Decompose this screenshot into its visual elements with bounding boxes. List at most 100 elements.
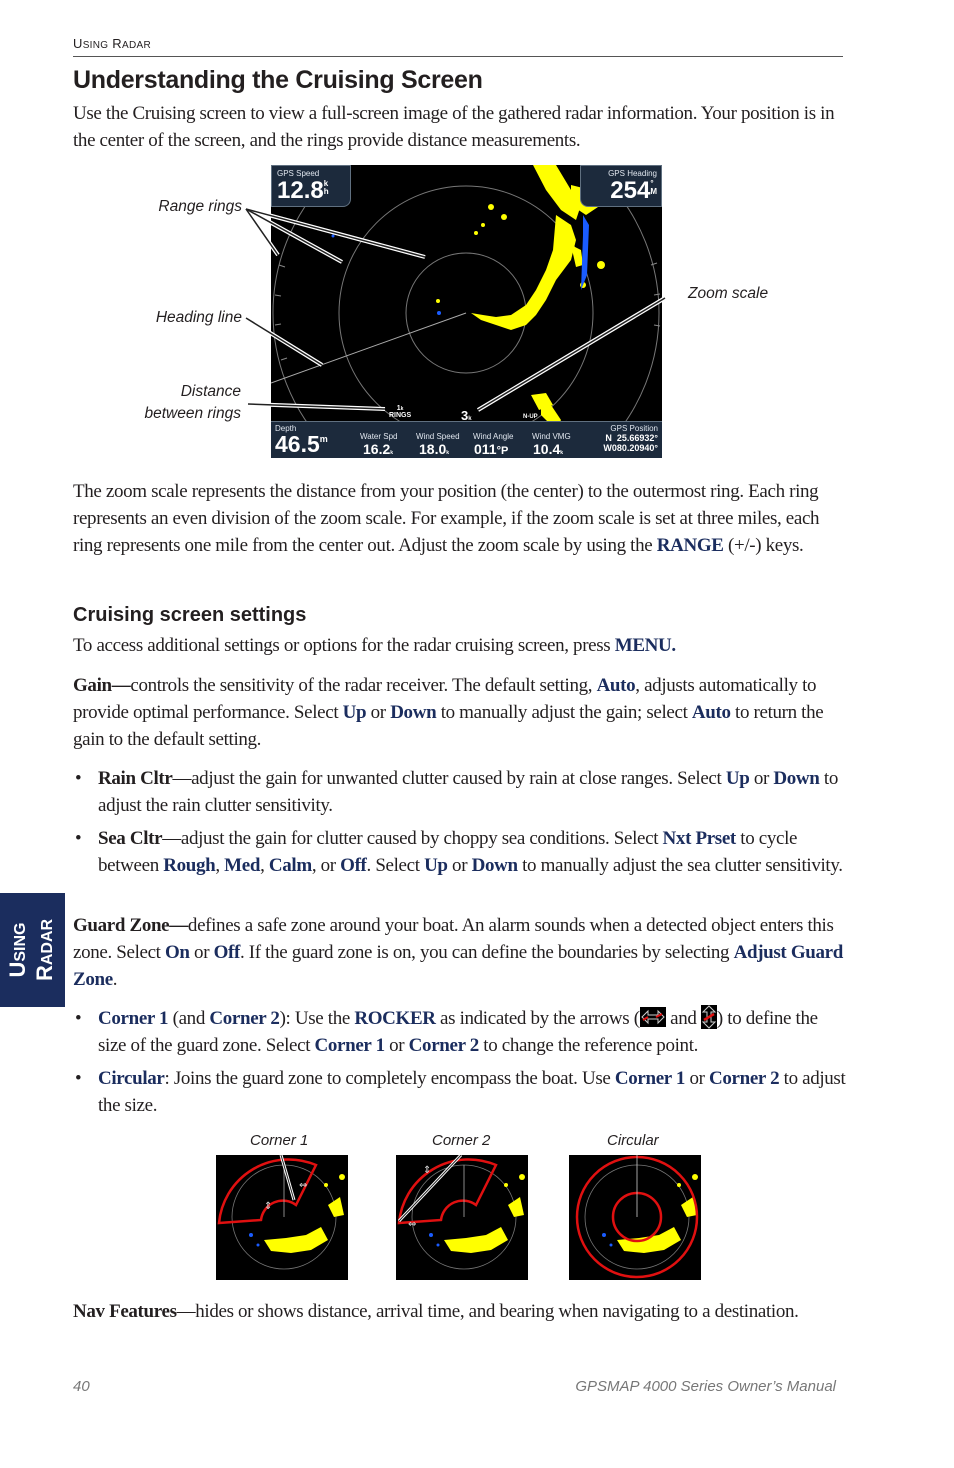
tab-text: ADAR: [38, 918, 56, 966]
orientation-indicator: N-UP: [523, 414, 538, 420]
callout-range-rings: Range rings: [158, 198, 242, 215]
gps-speed-number: 12.8: [277, 177, 324, 204]
bullet: •: [75, 1068, 82, 1089]
sea-clutter-item: • Sea Cltr—adjust the gain for clutter ca…: [73, 825, 848, 879]
section-heading-cruising-settings: Cruising screen settings: [73, 604, 307, 626]
option-circular: Circular: [98, 1068, 165, 1089]
paragraph-text: to manually adjust the gain; select: [436, 702, 692, 723]
option-corner-2: Corner 2: [408, 1035, 480, 1056]
thumb-label-corner-2: Corner 2: [432, 1132, 491, 1149]
guard-zone-circular-image: [569, 1155, 701, 1280]
gps-longitude: W080.20940°: [603, 443, 658, 453]
page-title: Understanding the Cruising Screen: [73, 66, 483, 94]
option-calm: Calm: [268, 855, 312, 876]
paragraph-text: —hides or shows distance, arrival time, …: [176, 1301, 799, 1322]
paragraph-text: To access additional settings or options…: [73, 635, 615, 656]
bullet: •: [75, 1008, 82, 1029]
gps-speed-panel[interactable]: GPS Speed 12.8k h: [271, 165, 351, 207]
depth-number: 46.5: [275, 431, 320, 457]
running-head-text: U: [73, 36, 83, 51]
chapter-tab-label: USING RADAR: [4, 918, 60, 982]
rain-clutter-item: • Rain Cltr—adjust the gain for unwanted …: [73, 765, 848, 819]
gps-latitude: N 25.66932°: [605, 433, 658, 443]
option-corner-1: Corner 1: [614, 1068, 686, 1089]
gps-speed-value: 12.8k h: [277, 177, 329, 205]
compass-ticks: [274, 262, 661, 361]
option-auto: Auto: [691, 702, 731, 723]
guard-zone-sector: [217, 1158, 318, 1225]
option-auto: Auto: [596, 675, 636, 696]
chapter-tab-using-radar[interactable]: USING RADAR: [0, 893, 65, 1007]
running-head: USING RADAR: [73, 36, 151, 51]
paragraph-text: . If the guard zone is on, you can defin…: [239, 942, 734, 963]
running-head-text: R: [112, 36, 122, 51]
tab-text: U: [4, 961, 30, 978]
paragraph-text: , or: [311, 855, 341, 876]
gps-position-label: GPS Position: [610, 424, 658, 433]
water-speed-number: 16.2: [363, 441, 391, 457]
running-head-text: ADAR: [121, 40, 151, 51]
rings-distance-indicator: 1k RINGS: [389, 405, 411, 419]
vertical-arrows-icon: [700, 1005, 717, 1029]
wind-angle-number: 011: [474, 441, 497, 457]
wind-angle-label: Wind Angle: [473, 432, 514, 441]
term-sea-cltr: Sea Cltr: [98, 828, 163, 849]
paragraph-text: (and: [168, 1008, 210, 1029]
corner-item: • Corner 1 (and Corner 2): Use the ROCKER…: [73, 1005, 848, 1059]
option-down: Down: [773, 768, 820, 789]
svg-text:⇕: ⇕: [264, 1201, 272, 1212]
option-on: On: [165, 942, 190, 963]
menu-key: MENU: [614, 635, 672, 656]
thumb-label-corner-1: Corner 1: [250, 1132, 309, 1149]
option-up: Up: [424, 855, 448, 876]
paragraph-text: to change the reference point.: [478, 1035, 699, 1056]
zoom-scale-paragraph: The zoom scale represents the distance f…: [73, 478, 848, 559]
term-nav-features: Nav Features: [73, 1301, 177, 1322]
rings-label: RINGS: [389, 412, 412, 419]
unit-bottom: M: [650, 187, 657, 196]
svg-text:⇔: ⇔: [408, 1219, 416, 1230]
paragraph-text: or: [384, 1035, 409, 1056]
gps-heading-number: 254: [610, 177, 651, 204]
radar-cruising-screen: GPS Speed 12.8k h GPS Heading 254° M 1k RI…: [271, 165, 662, 458]
paragraph-text: or: [685, 1068, 710, 1089]
paragraph-text: as indicated by the arrows (: [435, 1008, 640, 1029]
settings-intro: To access additional settings or options…: [73, 632, 848, 659]
range-key: RANGE: [656, 535, 724, 556]
guard-zone-corner-1-image: ⇕ ⇔: [216, 1155, 348, 1280]
gps-heading-panel[interactable]: GPS Heading 254° M: [580, 165, 662, 207]
unit-bottom: h: [323, 187, 329, 196]
tab-text: R: [31, 965, 57, 982]
wind-angle-unit: °P: [496, 445, 509, 457]
option-off: Off: [340, 855, 367, 876]
depth-unit: m: [319, 434, 328, 444]
term-guard-zone: Guard Zone—: [73, 915, 188, 936]
paragraph-text: and: [665, 1008, 701, 1029]
callout-distance-between-rings: Distance between rings: [110, 381, 241, 425]
wind-vmg-number: 10.4: [533, 441, 561, 457]
paragraph-text: : Joins the guard zone to completely enc…: [164, 1068, 615, 1089]
bullet: •: [75, 768, 82, 789]
term-gain: Gain—: [73, 675, 131, 696]
depth-value: 46.5m: [275, 431, 328, 458]
paragraph-text: ,: [260, 855, 269, 876]
option-up: Up: [725, 768, 750, 789]
header-rule: [73, 56, 843, 57]
paragraph-text: controls the sensitivity of the radar re…: [130, 675, 597, 696]
heading-line: [271, 312, 467, 384]
paragraph-text: .: [112, 969, 118, 990]
svg-text:⇕: ⇕: [423, 1165, 431, 1176]
tab-text: SING: [11, 922, 29, 962]
wind-vmg-value: 10.4k: [533, 441, 564, 457]
guard-zone-corner-2-display: ⇕ ⇔: [397, 1155, 525, 1270]
paragraph-text: or: [447, 855, 472, 876]
callout-text: between rings: [144, 405, 241, 422]
running-head-text: SING: [82, 40, 109, 51]
nav-features-paragraph: Nav Features—hides or shows distance, ar…: [73, 1298, 848, 1325]
water-speed-label: Water Spd: [360, 432, 398, 441]
circular-item: • Circular: Joins the guard zone to compl…: [73, 1065, 848, 1119]
option-up: Up: [342, 702, 367, 723]
option-corner-2: Corner 2: [709, 1068, 780, 1089]
horizontal-arrows-icon: [639, 1007, 666, 1027]
paragraph-text: . Select: [366, 855, 425, 876]
